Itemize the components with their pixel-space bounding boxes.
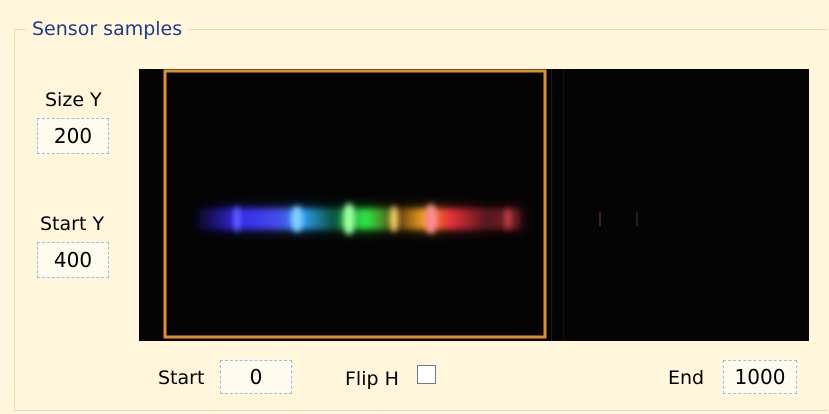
spectrum-faint-line bbox=[636, 212, 638, 226]
group-title: Sensor samples bbox=[26, 17, 189, 41]
spectrum-line-violet bbox=[234, 206, 240, 232]
selection-rectangle bbox=[163, 69, 547, 339]
start-y-field[interactable]: 400 bbox=[37, 242, 109, 278]
spectrum-faint-line bbox=[599, 212, 601, 226]
spectrum-line-red bbox=[425, 204, 437, 234]
size-y-label: Size Y bbox=[45, 89, 102, 111]
start-y-label: Start Y bbox=[40, 213, 105, 235]
flip-h-checkbox[interactable] bbox=[417, 365, 436, 384]
end-label: End bbox=[668, 367, 705, 389]
spectrum-line-orange bbox=[390, 206, 398, 232]
flip-h-label: Flip H bbox=[345, 368, 399, 390]
start-label: Start bbox=[158, 367, 205, 389]
spectrum-line-deep-red bbox=[505, 208, 511, 230]
spectrum-line-green bbox=[343, 203, 355, 235]
spectrum-band bbox=[199, 209, 519, 229]
sensor-image[interactable] bbox=[139, 69, 809, 341]
reflection-line bbox=[551, 69, 552, 341]
reflection-line bbox=[563, 69, 564, 341]
start-field[interactable]: 0 bbox=[220, 360, 292, 394]
spectrum-line-cyan bbox=[291, 206, 303, 232]
size-y-field[interactable]: 200 bbox=[37, 118, 109, 154]
sensor-image-canvas bbox=[163, 69, 638, 341]
end-field[interactable]: 1000 bbox=[723, 360, 797, 394]
